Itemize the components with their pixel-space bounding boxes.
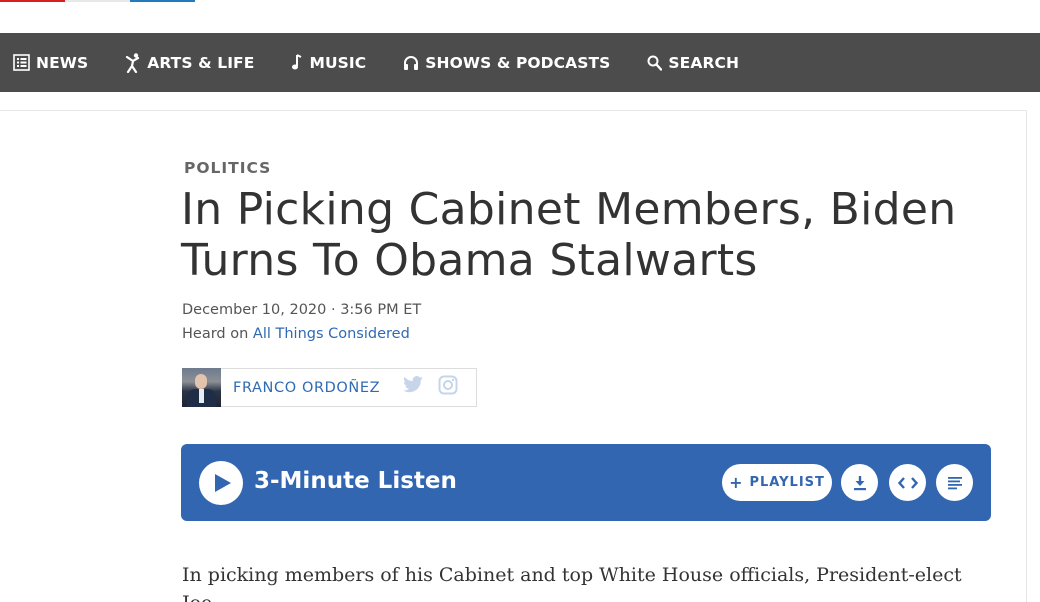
- music-note-icon: [292, 54, 302, 70]
- download-icon: [853, 475, 866, 490]
- news-list-icon: [13, 54, 30, 71]
- nav-item-label: ARTS & LIFE: [147, 53, 255, 72]
- article-headline: In Picking Cabinet Members, Biden Turns …: [181, 184, 957, 286]
- nav-item-label: MUSIC: [309, 53, 367, 72]
- logo-gray-segment: [65, 0, 130, 2]
- audio-player: 3-Minute Listen + PLAYLIST: [181, 444, 991, 521]
- logo-red-segment: [0, 0, 65, 2]
- main-navigation: NEWS ARTS & LIFE MUSIC SHOWS & PODCASTS …: [0, 33, 1040, 92]
- heard-on-prefix: Heard on: [182, 326, 253, 342]
- audio-title: 3-Minute Listen: [254, 468, 457, 494]
- download-button[interactable]: [841, 464, 878, 501]
- logo-blue-segment: [130, 0, 195, 2]
- play-icon: [215, 474, 231, 492]
- embed-code-icon: [897, 476, 918, 489]
- twitter-icon[interactable]: [402, 376, 424, 399]
- article-body-first-line: In picking members of his Cabinet and to…: [182, 564, 962, 602]
- section-slug[interactable]: POLITICS: [184, 159, 271, 177]
- author-avatar[interactable]: [182, 368, 221, 407]
- add-to-playlist-button[interactable]: + PLAYLIST: [722, 464, 832, 501]
- plus-icon: +: [729, 472, 744, 492]
- author-social-links: [402, 375, 472, 400]
- nav-item-label: SEARCH: [668, 53, 740, 72]
- article-dateline: December 10, 2020 · 3:56 PM ET: [182, 302, 422, 318]
- nav-item-music[interactable]: MUSIC: [291, 54, 366, 72]
- play-button[interactable]: [199, 461, 243, 505]
- instagram-icon[interactable]: [438, 375, 458, 400]
- nav-item-news[interactable]: NEWS: [13, 54, 88, 72]
- nav-item-search[interactable]: SEARCH: [647, 54, 739, 72]
- npr-logo-strip[interactable]: [0, 0, 195, 2]
- embed-button[interactable]: [889, 464, 926, 501]
- show-link[interactable]: All Things Considered: [253, 326, 410, 342]
- nav-item-shows-podcasts[interactable]: SHOWS & PODCASTS: [403, 54, 610, 72]
- nav-item-label: NEWS: [36, 53, 89, 72]
- transcript-button[interactable]: [936, 464, 973, 501]
- nav-item-arts-life[interactable]: ARTS & LIFE: [125, 52, 255, 73]
- author-byline: FRANCO ORDOÑEZ: [182, 368, 477, 407]
- playlist-label: PLAYLIST: [749, 475, 825, 490]
- headphones-icon: [404, 55, 419, 70]
- dancer-icon: [126, 52, 140, 73]
- transcript-icon: [947, 476, 962, 489]
- author-name-link[interactable]: FRANCO ORDOÑEZ: [233, 380, 380, 396]
- heard-on-line: Heard on All Things Considered: [182, 326, 410, 342]
- search-icon: [647, 55, 663, 71]
- nav-item-label: SHOWS & PODCASTS: [425, 53, 611, 72]
